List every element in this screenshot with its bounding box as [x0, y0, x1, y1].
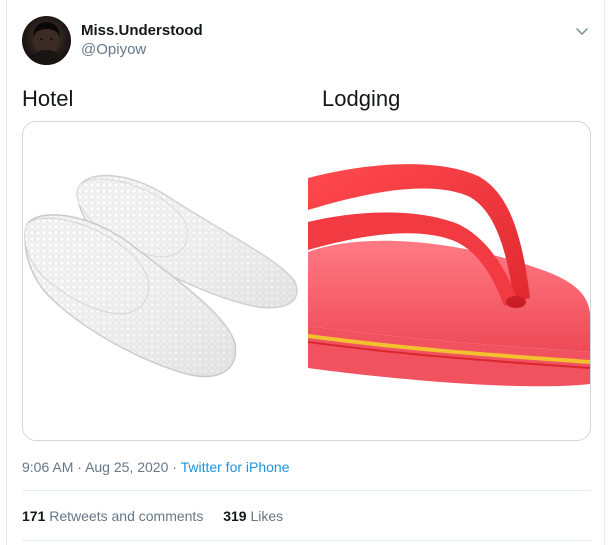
likes-label: Likes — [250, 508, 284, 524]
tweet-header: Miss.Understood @Opiyow — [22, 16, 597, 68]
likes-stat[interactable]: 319 Likes — [223, 508, 283, 524]
retweets-count: 171 — [22, 508, 46, 524]
tweet-time[interactable]: 9:06 AM — [22, 459, 73, 475]
red-flip-flop-image[interactable] — [307, 122, 590, 440]
caption-lodging: Lodging — [322, 86, 401, 111]
user-names: Miss.Understood @Opiyow — [81, 22, 203, 60]
caption-hotel: Hotel — [22, 86, 74, 111]
retweets-label: Retweets and comments — [49, 508, 204, 524]
user-handle[interactable]: @Opiyow — [81, 40, 203, 60]
display-name[interactable]: Miss.Understood — [81, 22, 203, 40]
tweet-text: Hotel Lodging — [22, 86, 592, 114]
likes-count: 319 — [223, 508, 247, 524]
tweet-meta: 9:06 AM · Aug 25, 2020 · Twitter for iPh… — [22, 458, 290, 476]
tweet-source-link[interactable]: Twitter for iPhone — [181, 459, 290, 475]
avatar[interactable] — [22, 16, 71, 65]
tweet-date[interactable]: Aug 25, 2020 — [85, 459, 168, 475]
divider — [22, 490, 591, 491]
tweet-media[interactable] — [22, 121, 591, 441]
retweets-stat[interactable]: 171 Retweets and comments — [22, 508, 207, 524]
chevron-down-icon[interactable] — [573, 22, 591, 40]
tweet-stats: 171 Retweets and comments 319 Likes — [22, 507, 299, 525]
hotel-slippers-image[interactable] — [23, 122, 306, 440]
meta-separator: · — [77, 459, 82, 475]
divider — [22, 540, 591, 541]
meta-separator: · — [172, 459, 177, 475]
